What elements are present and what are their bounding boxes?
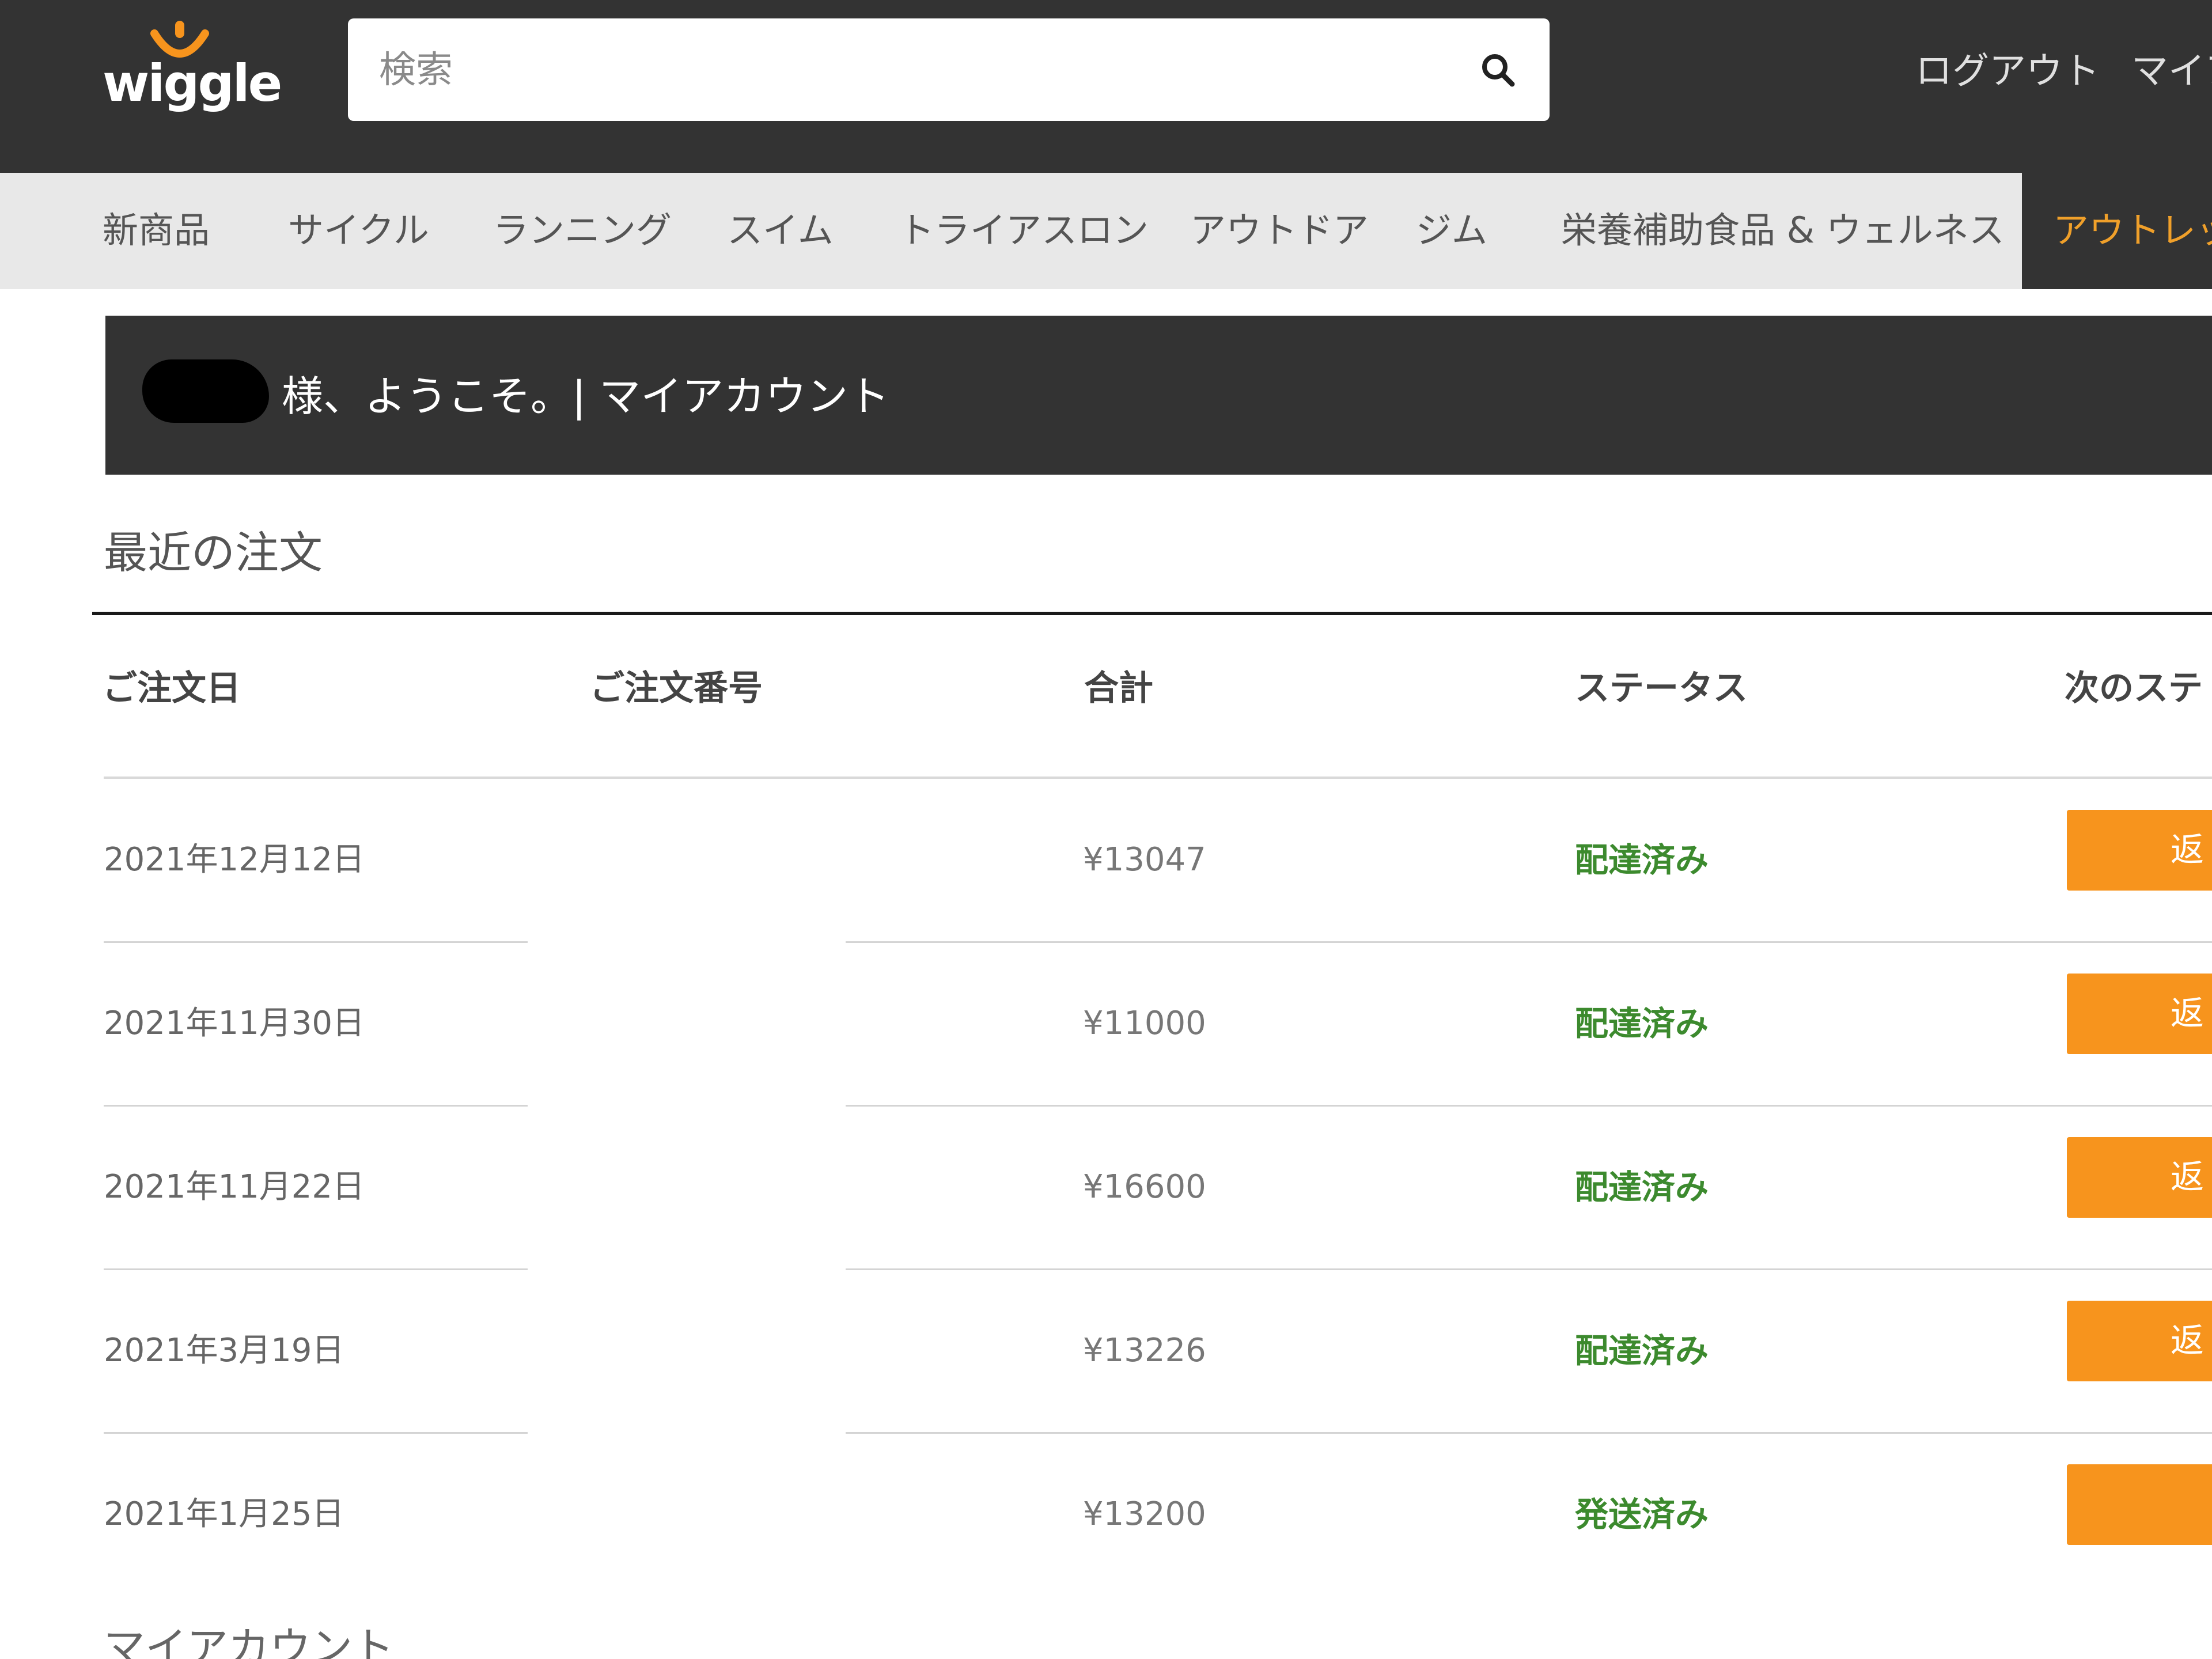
return-button-label: 返 — [2171, 1158, 2205, 1196]
order-number[interactable] — [588, 1488, 830, 1540]
order-status: 配達済み — [1575, 1331, 1709, 1370]
nav-item-running[interactable]: ランニング — [493, 202, 672, 259]
order-total: ¥13200 — [1083, 1495, 1206, 1533]
order-status: 発送済み — [1575, 1495, 1709, 1534]
table-row: 2021年11月30日 ¥11000 配達済み 返 — [0, 942, 2212, 1107]
logo-wordmark: wiggle — [103, 54, 282, 113]
column-header-total: 合計 — [1084, 668, 1153, 709]
category-nav: 新商品 サイクル ランニング スイム トライアスロン アウトドア ジム 栄養補助… — [0, 173, 2212, 289]
nav-item-outdoor[interactable]: アウトドア — [1190, 202, 1369, 259]
order-total: ¥13226 — [1083, 1332, 1206, 1369]
order-date: 2021年12月12日 — [104, 841, 365, 878]
search-icon[interactable] — [1479, 51, 1517, 89]
nav-item-cycle[interactable]: サイクル — [288, 202, 429, 259]
nav-item-nutrition[interactable]: 栄養補助食品 & ウェルネス — [1561, 202, 2005, 259]
return-button-label: 返 — [2171, 1322, 2205, 1359]
return-button-label: 返 — [2171, 831, 2205, 869]
column-header-status: ステータス — [1575, 668, 1748, 709]
table-row: 2021年11月22日 ¥16600 配達済み 返 — [0, 1106, 2212, 1270]
my-account-section-title: マイアカウント — [104, 1623, 395, 1659]
order-total: ¥11000 — [1083, 1005, 1206, 1042]
nav-item-new[interactable]: 新商品 — [103, 202, 210, 259]
order-total: ¥13047 — [1083, 841, 1206, 878]
outlet-label: アウトレット — [2053, 209, 2212, 251]
order-number[interactable] — [588, 1325, 830, 1377]
wiggle-logo[interactable]: wiggle — [99, 16, 282, 120]
order-number[interactable] — [588, 834, 830, 886]
order-status: 配達済み — [1575, 840, 1709, 880]
redacted-username — [142, 359, 269, 423]
order-status: 配達済み — [1575, 1004, 1709, 1043]
my-account-link[interactable]: マイア — [2131, 43, 2212, 100]
table-row: 2021年1月25日 ¥13200 発送済み — [0, 1433, 2212, 1597]
search-box — [348, 18, 1550, 121]
column-header-date: ご注文日 — [103, 668, 241, 709]
order-number[interactable] — [588, 1161, 830, 1213]
welcome-text: 様、ようこそ。| マイアカウント — [282, 372, 890, 421]
site-header: wiggle ログアウト マイア — [0, 0, 2212, 173]
table-row: 2021年3月19日 ¥13226 配達済み 返 — [0, 1270, 2212, 1434]
return-button[interactable]: 返 — [2067, 974, 2212, 1054]
return-button[interactable]: 返 — [2067, 810, 2212, 891]
order-status: 配達済み — [1575, 1168, 1709, 1207]
nav-item-swim[interactable]: スイム — [727, 202, 834, 259]
return-button[interactable]: 返 — [2067, 1137, 2212, 1218]
return-button-label: 返 — [2171, 995, 2205, 1032]
search-input[interactable] — [379, 41, 1416, 99]
recent-orders-title: 最近の注文 — [104, 527, 323, 578]
column-header-next-step: 次のステ — [2065, 668, 2203, 709]
table-row: 2021年12月12日 ¥13047 配達済み 返 — [0, 779, 2212, 943]
welcome-banner: 様、ようこそ。| マイアカウント — [105, 316, 2212, 475]
order-date: 2021年3月19日 — [104, 1332, 344, 1369]
order-total: ¥16600 — [1083, 1168, 1206, 1206]
order-date: 2021年11月30日 — [104, 1005, 365, 1042]
return-button[interactable]: 返 — [2067, 1301, 2212, 1381]
nav-item-outlet[interactable]: アウトレット — [2022, 173, 2212, 289]
order-date: 2021年1月25日 — [104, 1495, 344, 1533]
nav-item-gym[interactable]: ジム — [1416, 202, 1487, 259]
action-button[interactable] — [2067, 1464, 2212, 1545]
order-date: 2021年11月22日 — [104, 1168, 365, 1206]
logout-link[interactable]: ログアウト — [1915, 43, 2100, 100]
column-header-order-number: ご注文番号 — [590, 668, 763, 709]
order-number[interactable] — [588, 998, 830, 1050]
section-divider — [92, 612, 2212, 615]
nav-item-triathlon[interactable]: トライアスロン — [899, 202, 1149, 259]
